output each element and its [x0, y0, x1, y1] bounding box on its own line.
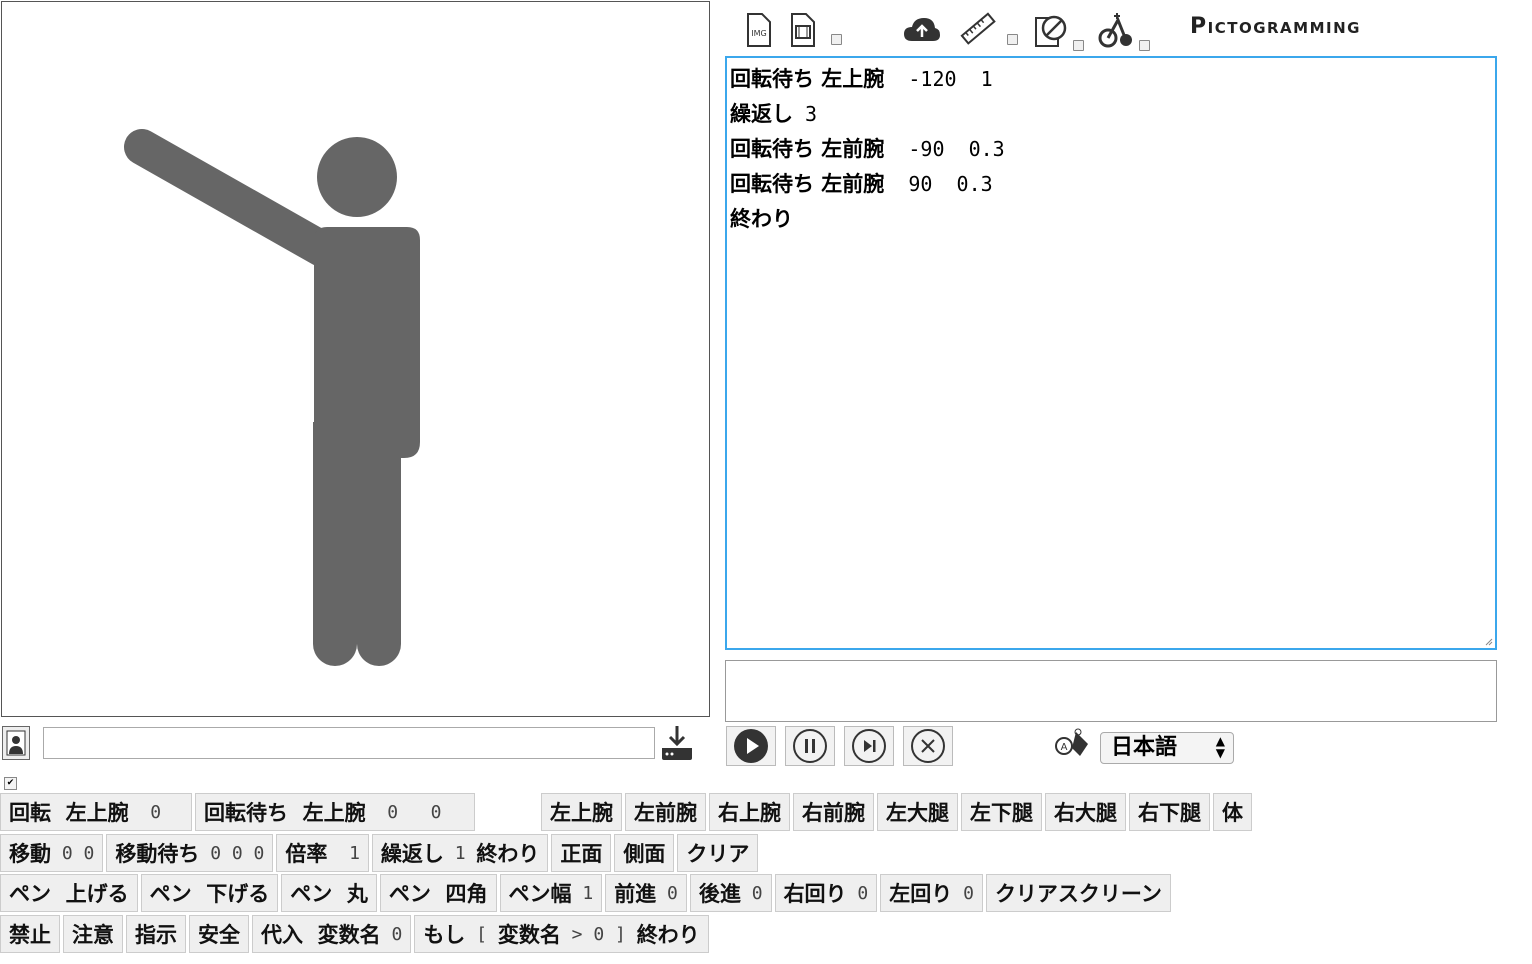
- play-icon: [734, 729, 768, 763]
- code-line[interactable]: 繰返し 3: [730, 97, 1492, 132]
- palette-left-upper-arm[interactable]: 左上腕: [541, 793, 622, 831]
- play-button[interactable]: [726, 726, 776, 766]
- palette-scale[interactable]: 倍率 1: [276, 834, 369, 872]
- ruler-checkbox[interactable]: [1007, 34, 1018, 45]
- palette-left-shin[interactable]: 左下腿: [961, 793, 1042, 831]
- code-line[interactable]: 回転待ち 左前腕 90 0.3: [730, 167, 1492, 202]
- palette-left-thigh[interactable]: 左大腿: [877, 793, 958, 831]
- palette-clear-screen[interactable]: クリアスクリーン: [985, 874, 1171, 912]
- palette-move[interactable]: 移動 0 0: [0, 834, 104, 872]
- output-area[interactable]: [725, 660, 1497, 722]
- avatar-button[interactable]: [2, 726, 30, 760]
- resize-handle-icon[interactable]: [1483, 636, 1493, 646]
- pictogram-canvas[interactable]: [1, 1, 710, 717]
- palette-right-shin[interactable]: 右下腿: [1129, 793, 1210, 831]
- scooter-icon[interactable]: [1094, 8, 1138, 52]
- palette-turn-left[interactable]: 左回り 0: [880, 874, 983, 912]
- palette-forward[interactable]: 前進 0: [605, 874, 687, 912]
- no-edit-icon[interactable]: [1028, 8, 1072, 52]
- image-export-icon[interactable]: IMG: [736, 8, 780, 52]
- scooter-checkbox[interactable]: [1139, 40, 1150, 51]
- palette-row-3: ペン 上げる ペン 下げる ペン 丸 ペン 四角 ペン幅 1 前進 0 後進 0…: [0, 874, 1171, 912]
- download-icon[interactable]: [657, 724, 697, 762]
- pause-button[interactable]: [785, 726, 835, 766]
- palette-pen-up[interactable]: ペン 上げる: [0, 874, 138, 912]
- svg-text:IMG: IMG: [751, 29, 766, 38]
- palette-rotate-wait[interactable]: 回転待ち 左上腕 0 0: [195, 793, 475, 831]
- palette-left-forearm[interactable]: 左前腕: [625, 793, 706, 831]
- hip: [313, 422, 401, 622]
- palette-prohibited[interactable]: 禁止: [0, 915, 60, 953]
- video-option-checkbox[interactable]: [831, 34, 842, 45]
- palette-body[interactable]: 体: [1213, 793, 1252, 831]
- head: [317, 137, 397, 217]
- palette-repeat[interactable]: 繰返し 1 終わり: [371, 834, 549, 872]
- palette-pen-circle[interactable]: ペン 丸: [281, 874, 377, 912]
- cloud-upload-icon[interactable]: [900, 8, 944, 52]
- palette-row-1: 回転 左上腕 0 回転待ち 左上腕 0 0 左上腕 左前腕 右上腕 右前腕 左大…: [0, 793, 1252, 831]
- palette-right-upper-arm[interactable]: 右上腕: [709, 793, 790, 831]
- palette-safety[interactable]: 安全: [189, 915, 249, 953]
- app-brand: Pictogramming: [1190, 14, 1361, 39]
- palette-pen-down[interactable]: ペン 下げる: [140, 874, 279, 912]
- name-input[interactable]: [43, 727, 655, 759]
- stop-button[interactable]: [903, 726, 953, 766]
- code-line[interactable]: 回転待ち 左前腕 -90 0.3: [730, 132, 1492, 167]
- code-line[interactable]: 終わり: [730, 202, 1492, 237]
- ruler-icon[interactable]: [956, 8, 1000, 52]
- palette-assign[interactable]: 代入 変数名 0: [252, 915, 412, 953]
- pictogram-figure: [124, 129, 420, 666]
- palette-clear[interactable]: クリア: [677, 834, 759, 872]
- palette-if[interactable]: もし [ 変数名 > 0 ] 終わり: [414, 915, 709, 953]
- step-button[interactable]: [844, 726, 894, 766]
- code-editor[interactable]: 回転待ち 左上腕 -120 1 繰返し 3 回転待ち 左前腕 -90 0.3 回…: [725, 56, 1497, 650]
- palette-caution[interactable]: 注意: [63, 915, 123, 953]
- svg-text:A: A: [1061, 742, 1068, 753]
- palette-instruction[interactable]: 指示: [126, 915, 186, 953]
- palette-toggle-checkbox[interactable]: ✔: [4, 777, 17, 790]
- palette-pen-square[interactable]: ペン 四角: [379, 874, 497, 912]
- code-line[interactable]: 回転待ち 左上腕 -120 1: [730, 62, 1492, 97]
- person-icon: [6, 730, 26, 756]
- palette-move-wait[interactable]: 移動待ち 0 0 0: [106, 834, 274, 872]
- palette-turn-right[interactable]: 右回り 0: [774, 874, 878, 912]
- video-export-icon[interactable]: [780, 8, 824, 52]
- language-select[interactable]: 日本語 ▲ ▼: [1100, 732, 1234, 764]
- pause-icon: [793, 729, 827, 763]
- palette-side[interactable]: 側面: [614, 834, 675, 872]
- palette-rotate[interactable]: 回転 左上腕 0: [0, 793, 192, 831]
- palette-pen-width[interactable]: ペン幅 1: [499, 874, 603, 912]
- palette-row-4: 禁止 注意 指示 安全 代入 変数名 0 もし [ 変数名 > 0 ] 終わり: [0, 915, 709, 953]
- no-edit-checkbox[interactable]: [1073, 40, 1084, 51]
- palette-right-forearm[interactable]: 右前腕: [793, 793, 874, 831]
- left-upper-arm: [124, 129, 340, 267]
- palette-front[interactable]: 正面: [551, 834, 612, 872]
- step-icon: [852, 729, 886, 763]
- palette-row-2: 移動 0 0 移動待ち 0 0 0 倍率 1 繰返し 1 終わり 正面 側面 ク…: [0, 834, 759, 872]
- palette-backward[interactable]: 後進 0: [689, 874, 772, 912]
- language-icon: A: [1055, 728, 1088, 756]
- palette-right-thigh[interactable]: 右大腿: [1045, 793, 1126, 831]
- close-icon: [911, 729, 945, 763]
